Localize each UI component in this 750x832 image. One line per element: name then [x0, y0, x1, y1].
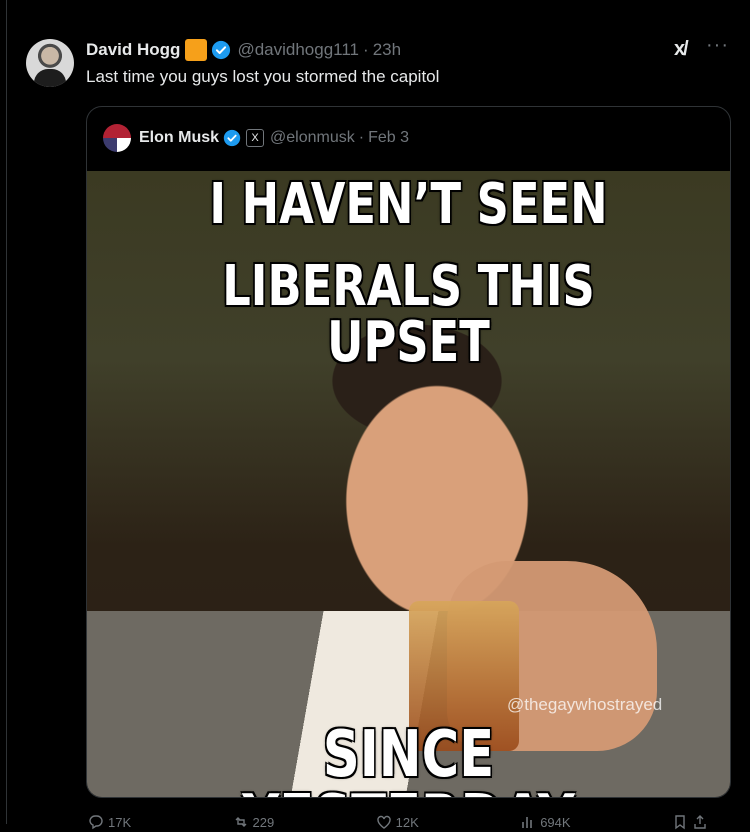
meme-watermark: @thegaywhostrayed	[507, 695, 663, 714]
tweet-text: Last time you guys lost you stormed the …	[86, 67, 440, 86]
quoted-tweet-time[interactable]: Feb 3	[368, 129, 409, 147]
quoted-author-avatar[interactable]	[103, 124, 131, 152]
verified-icon[interactable]	[223, 129, 241, 147]
affiliation-badge-icon[interactable]	[185, 39, 208, 61]
reply-button[interactable]: 17K	[88, 812, 131, 832]
reply-icon	[89, 815, 103, 830]
author-avatar[interactable]	[26, 39, 74, 87]
like-button[interactable]: 12K	[376, 812, 419, 832]
quoted-tweet-card[interactable]: Elon Musk X @elonmusk · Feb 3 I HAVEN’T …	[86, 106, 731, 798]
views-icon	[522, 817, 533, 828]
bookmark-icon[interactable]	[672, 814, 688, 830]
author-handle[interactable]: @davidhogg111	[237, 40, 359, 60]
author-name[interactable]: David Hogg	[86, 40, 180, 60]
more-icon[interactable]: ···	[706, 34, 729, 57]
quoted-author-handle[interactable]: @elonmusk	[270, 129, 355, 147]
repost-count: 229	[252, 814, 275, 830]
like-icon	[376, 815, 391, 829]
verified-icon[interactable]	[211, 40, 231, 60]
bookmark-share-group	[672, 812, 708, 832]
like-count: 12K	[395, 814, 419, 830]
separator-dot: ·	[363, 40, 369, 59]
quoted-author-name[interactable]: Elon Musk	[139, 129, 219, 147]
x-affiliate-icon[interactable]: X	[246, 129, 265, 147]
tweet-header: David Hogg @davidhogg111 · 23h	[86, 38, 401, 62]
timeline-divider	[6, 0, 7, 824]
separator-dot: ·	[358, 129, 365, 146]
quoted-tweet-header: Elon Musk X @elonmusk · Feb 3	[103, 124, 409, 152]
repost-button[interactable]: 229	[233, 812, 275, 832]
meme-image[interactable]: I HAVEN’T SEEN LIBERALS THIS UPSET @theg…	[87, 171, 730, 797]
views-button[interactable]: 694K	[520, 812, 571, 832]
reply-count: 17K	[108, 814, 132, 830]
tweet-action-bar: 17K 229 12K 694K	[88, 812, 708, 832]
share-icon[interactable]	[692, 814, 708, 830]
repost-icon	[235, 817, 247, 827]
meme-caption-line3: SINCE YESTERDAY	[242, 718, 575, 797]
meme-caption-line1: I HAVEN’T SEEN	[209, 172, 608, 237]
views-count: 694K	[540, 814, 571, 830]
tweet-time[interactable]: 23h	[373, 40, 401, 60]
grok-icon[interactable]: x/	[674, 38, 689, 61]
meme-caption-line2: LIBERALS THIS UPSET	[222, 254, 595, 375]
